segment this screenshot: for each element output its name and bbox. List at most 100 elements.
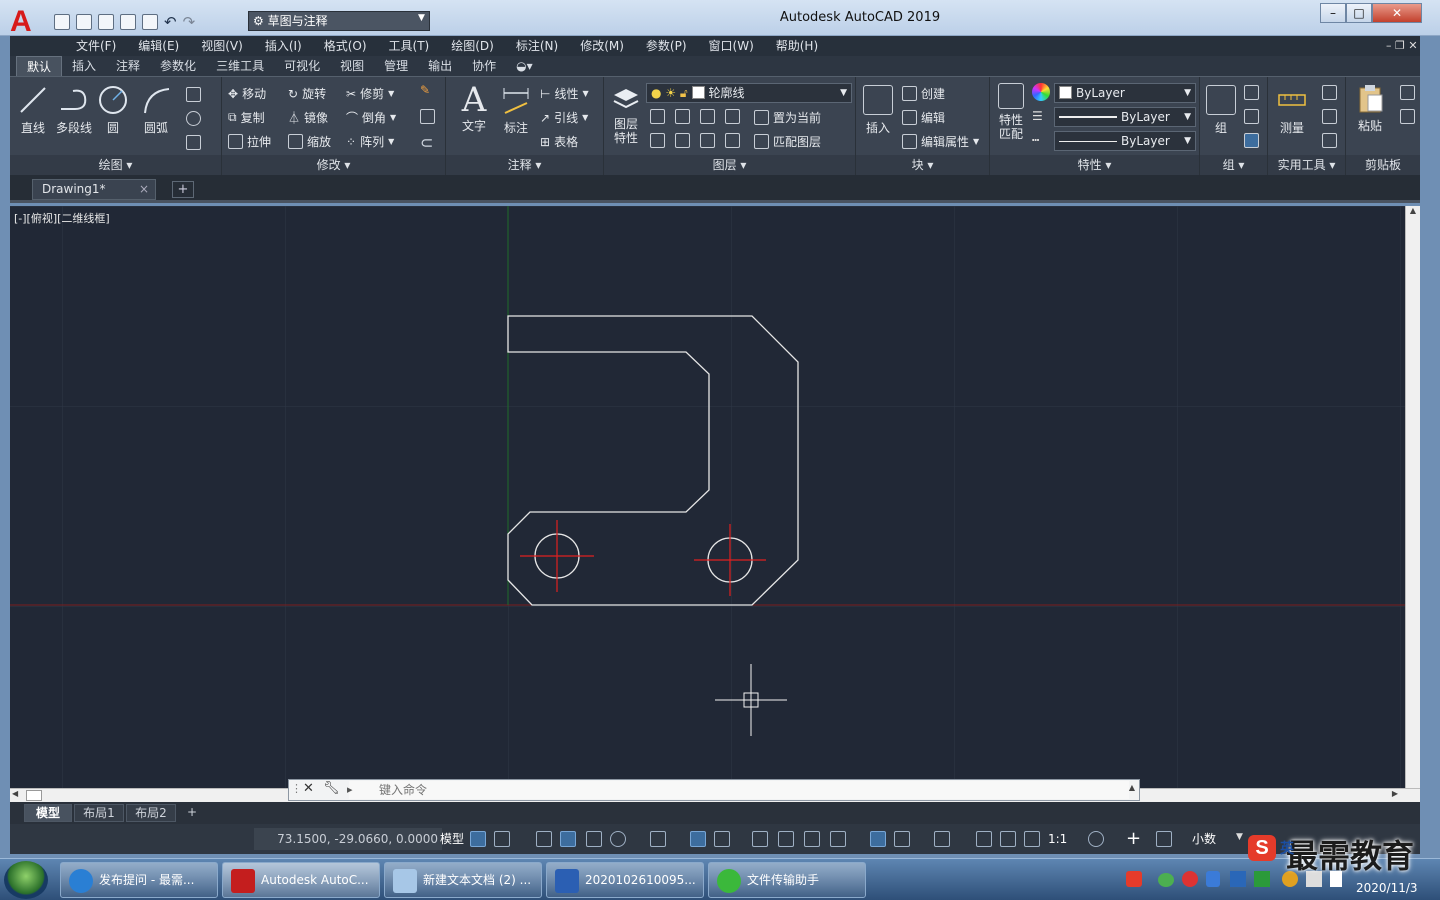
close-button[interactable]: ✕ bbox=[1372, 3, 1422, 23]
tab-parametric[interactable]: 参数化 bbox=[150, 56, 206, 76]
rotate-tool[interactable]: ↻ 旋转 bbox=[288, 85, 326, 102]
layer-isolate-icon[interactable] bbox=[675, 109, 690, 124]
plus-icon[interactable]: + bbox=[1126, 828, 1141, 849]
tab-visualize[interactable]: 可视化 bbox=[274, 56, 330, 76]
color-dropdown[interactable]: ByLayer ▼ bbox=[1054, 83, 1196, 103]
group-edit-icon[interactable] bbox=[1244, 109, 1259, 124]
units-icon[interactable] bbox=[1156, 831, 1172, 847]
workspace-dropdown[interactable]: ⚙ 草图与注释 bbox=[248, 11, 430, 31]
shield-icon[interactable] bbox=[1206, 871, 1220, 887]
clock-date[interactable]: 2020/11/3 bbox=[1356, 881, 1418, 895]
erase-icon[interactable]: ✎ bbox=[420, 83, 430, 97]
gear-icon[interactable] bbox=[1088, 831, 1104, 847]
match-layer-tool[interactable]: 匹配图层 bbox=[754, 133, 821, 150]
minimize-button[interactable]: – bbox=[1320, 3, 1346, 23]
lineweight-dropdown[interactable]: ByLayer ▼ bbox=[1054, 107, 1196, 127]
polyline-tool[interactable]: 多段线 bbox=[54, 85, 94, 136]
weibo-tray-icon[interactable] bbox=[1182, 871, 1198, 887]
selection-cycling-icon[interactable] bbox=[804, 831, 820, 847]
start-button[interactable] bbox=[4, 861, 48, 899]
save-icon[interactable] bbox=[98, 14, 114, 30]
edit-attributes-tool[interactable]: 编辑属性 ▼ bbox=[902, 133, 979, 150]
menu-dimension[interactable]: 标注(N) bbox=[505, 36, 569, 56]
layer-unlock-icon[interactable] bbox=[725, 133, 740, 148]
calculator-icon[interactable] bbox=[1322, 133, 1337, 148]
group-tool[interactable]: 组 bbox=[1204, 85, 1238, 136]
layer-thaw-icon[interactable] bbox=[700, 133, 715, 148]
rectangle-icon[interactable] bbox=[186, 87, 201, 102]
layout-tab-2[interactable]: 布局2 bbox=[126, 804, 176, 822]
ellipse-icon[interactable] bbox=[186, 111, 201, 126]
menu-edit[interactable]: 编辑(E) bbox=[127, 36, 190, 56]
trim-tool[interactable]: ✂ 修剪 ▼ bbox=[346, 85, 394, 102]
ribbon-minimize-toggle[interactable]: ◒▾ bbox=[506, 56, 543, 76]
stretch-tool[interactable]: 拉伸 bbox=[228, 133, 271, 150]
layer-unisolate-icon[interactable] bbox=[675, 133, 690, 148]
dynamic-ucs-icon[interactable] bbox=[870, 831, 886, 847]
panel-modify-title[interactable]: 修改 ▾ bbox=[222, 155, 445, 175]
copy-clip-icon[interactable] bbox=[1400, 109, 1415, 124]
layer-on-icon[interactable] bbox=[650, 133, 665, 148]
lineweight-icon[interactable]: ☰ bbox=[1032, 109, 1043, 123]
select-all-icon[interactable] bbox=[1322, 109, 1337, 124]
isometric-icon[interactable] bbox=[650, 831, 666, 847]
quick-select-icon[interactable] bbox=[1322, 85, 1337, 100]
scroll-thumb[interactable] bbox=[26, 790, 42, 801]
ortho-icon[interactable] bbox=[586, 831, 602, 847]
drawing-canvas[interactable]: [-][俯视][二维线框] bbox=[10, 206, 1405, 788]
explode-icon[interactable] bbox=[420, 109, 435, 124]
tab-3d-tools[interactable]: 三维工具 bbox=[206, 56, 274, 76]
text-tool[interactable]: A 文字 bbox=[454, 83, 494, 134]
match-properties-tool[interactable]: 特性 匹配 bbox=[994, 83, 1028, 141]
layer-dropdown[interactable]: ● ☀ 🔓︎ 轮廓线 ▼ bbox=[646, 83, 852, 103]
menu-modify[interactable]: 修改(M) bbox=[569, 36, 635, 56]
chevron-down-icon[interactable]: ▼ bbox=[418, 13, 425, 23]
tab-collaborate[interactable]: 协作 bbox=[462, 56, 506, 76]
tab-insert[interactable]: 插入 bbox=[62, 56, 106, 76]
selection-filter-icon[interactable] bbox=[894, 831, 910, 847]
dimension-tool[interactable]: 标注 bbox=[496, 85, 536, 136]
taskbar-item-autocad[interactable]: Autodesk AutoC... bbox=[222, 862, 380, 898]
panel-properties-title[interactable]: 特性 ▾ bbox=[990, 155, 1199, 175]
command-input[interactable] bbox=[349, 781, 1129, 799]
panel-block-title[interactable]: 块 ▾ bbox=[856, 155, 989, 175]
circle-tool[interactable]: 圆 bbox=[96, 85, 130, 136]
grid-icon[interactable] bbox=[470, 831, 486, 847]
application-menu-button[interactable]: A bbox=[10, 6, 48, 38]
mirror-tool[interactable]: ⏃ 镜像 bbox=[288, 109, 328, 126]
move-tool[interactable]: ✥ 移动 bbox=[228, 85, 266, 102]
layer-off-icon[interactable] bbox=[650, 109, 665, 124]
set-current-tool[interactable]: 置为当前 bbox=[754, 109, 821, 126]
dynamic-input-icon[interactable] bbox=[560, 831, 576, 847]
tab-annotate[interactable]: 注释 bbox=[106, 56, 150, 76]
taskbar-item-ie[interactable]: 发布提问 - 最需... bbox=[60, 862, 218, 898]
line-tool[interactable]: 直线 bbox=[16, 85, 50, 136]
auto-scale-icon[interactable] bbox=[1000, 831, 1016, 847]
paste-tool[interactable]: 粘贴 bbox=[1350, 83, 1390, 134]
menu-parametric[interactable]: 参数(P) bbox=[635, 36, 698, 56]
document-window-controls[interactable]: – ❐ ✕ bbox=[1386, 36, 1418, 56]
taskbar-item-notepad[interactable]: 新建文本文档 (2) ... bbox=[384, 862, 542, 898]
arc-tool[interactable]: 圆弧 bbox=[136, 85, 176, 136]
leader-tool[interactable]: ↗ 引线 ▼ bbox=[540, 109, 588, 126]
menu-insert[interactable]: 插入(I) bbox=[254, 36, 313, 56]
layout-tab-1[interactable]: 布局1 bbox=[74, 804, 124, 822]
network-icon[interactable] bbox=[1230, 871, 1246, 887]
hatch-icon[interactable] bbox=[186, 135, 201, 150]
grip-icon[interactable]: ⋮ bbox=[291, 782, 302, 795]
print-icon[interactable] bbox=[142, 14, 158, 30]
snap-icon[interactable] bbox=[494, 831, 510, 847]
menu-format[interactable]: 格式(O) bbox=[313, 36, 378, 56]
panel-groups-title[interactable]: 组 ▾ bbox=[1200, 155, 1267, 175]
units-value[interactable]: 小数 bbox=[1192, 828, 1216, 850]
3d-osnap-icon[interactable] bbox=[830, 831, 846, 847]
scroll-up-icon[interactable]: ▲ bbox=[1406, 206, 1420, 215]
ime-logo-icon[interactable]: S bbox=[1248, 835, 1276, 861]
edit-block-tool[interactable]: 编辑 bbox=[902, 109, 945, 126]
scroll-right-icon[interactable]: ▶ bbox=[1392, 789, 1398, 798]
sogou-tray-icon[interactable] bbox=[1126, 871, 1142, 887]
copy-tool[interactable]: ⧉ 复制 bbox=[228, 109, 265, 126]
menu-draw[interactable]: 绘图(D) bbox=[440, 36, 505, 56]
layer-lock-icon[interactable] bbox=[725, 109, 740, 124]
offset-icon[interactable]: ⊂ bbox=[420, 133, 433, 152]
